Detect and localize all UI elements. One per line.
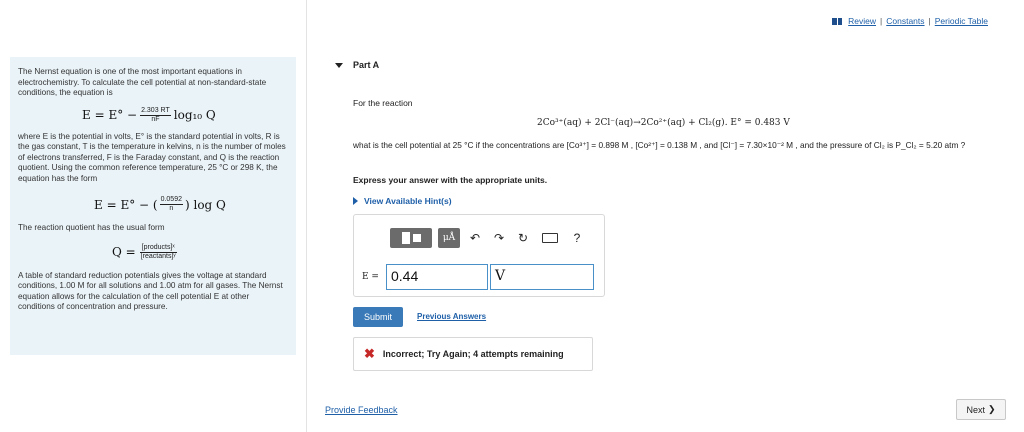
nernst-info-panel: The Nernst equation is one of the most i… xyxy=(10,57,296,355)
nernst-equation: E = E° − 2.303 RT nF log₁₀ Q xyxy=(82,107,288,124)
next-button[interactable]: Next ❯ xyxy=(956,399,1006,420)
eq1-lhs: E = E° − xyxy=(82,108,138,122)
units-button[interactable]: μÅ xyxy=(438,228,460,248)
eq3-lhs: Q = xyxy=(112,245,136,259)
eq1-fraction: 2.303 RT nF xyxy=(140,107,171,124)
constants-link[interactable]: Constants xyxy=(886,16,924,26)
panel-divider xyxy=(306,0,307,432)
link-separator: | xyxy=(880,16,883,26)
keyboard-icon[interactable] xyxy=(542,233,558,243)
table-text: A table of standard reduction potentials… xyxy=(18,270,283,312)
part-title: Part A xyxy=(353,60,380,70)
eq1-rhs: log₁₀ Q xyxy=(173,108,216,122)
error-x-icon: ✖ xyxy=(364,346,375,361)
undo-icon[interactable]: ↶ xyxy=(466,228,484,248)
help-icon[interactable]: ? xyxy=(568,228,586,248)
chevron-right-icon: ❯ xyxy=(987,404,996,414)
template-fraction-icon xyxy=(401,232,410,244)
intro-text: The Nernst equation is one of the most i… xyxy=(18,67,267,97)
units-instruction: Express your answer with the appropriate… xyxy=(353,175,548,185)
part-a-header[interactable]: Part A xyxy=(335,60,379,70)
reaction-quotient-equation: Q = [products]ˣ [reactants]ʸ xyxy=(112,244,288,261)
for-reaction-text: For the reaction xyxy=(353,98,413,108)
answer-toolbar: μÅ ↶ ↷ ↻ ? xyxy=(390,228,586,248)
feedback-message: Incorrect; Try Again; 4 attempts remaini… xyxy=(382,349,564,359)
periodic-table-link[interactable]: Periodic Table xyxy=(935,16,988,26)
answer-value-input[interactable]: 0.44 xyxy=(386,264,488,290)
book-icon xyxy=(832,17,843,25)
eq2-rhs: ) log Q xyxy=(185,197,226,212)
top-links: Review | Constants | Periodic Table xyxy=(832,16,988,26)
answer-box: μÅ ↶ ↷ ↻ ? E = 0.44 V xyxy=(353,214,605,297)
eq1-denominator: nF xyxy=(151,115,160,123)
quotient-text: The reaction quotient has the usual form xyxy=(18,223,165,232)
hint-link-label: View Available Hint(s) xyxy=(364,196,452,206)
redo-icon[interactable]: ↷ xyxy=(490,228,508,248)
submit-button[interactable]: Submit xyxy=(353,307,403,327)
previous-answers-link[interactable]: Previous Answers xyxy=(417,312,486,321)
where-text: where E is the potential in volts, E° is… xyxy=(18,131,286,183)
provide-feedback-link[interactable]: Provide Feedback xyxy=(325,405,398,415)
view-hints-link[interactable]: View Available Hint(s) xyxy=(353,196,452,206)
eq3-numerator: [products]ˣ xyxy=(139,243,177,253)
eq2-numerator: 0.0592 xyxy=(159,196,183,205)
question-text: what is the cell potential at 25 °C if t… xyxy=(353,140,966,150)
nernst-25c-equation: E = E° − ( 0.0592 n ) log Q xyxy=(94,196,288,213)
template-exponent-icon xyxy=(412,234,421,242)
eq2-fraction: 0.0592 n xyxy=(159,196,183,213)
eq2-denominator: n xyxy=(169,205,174,212)
next-label: Next xyxy=(966,404,985,415)
caret-right-icon xyxy=(353,197,358,205)
answer-label: E = xyxy=(362,272,379,282)
eq1-numerator: 2.303 RT xyxy=(140,106,171,116)
reaction-equation: 2Co³⁺(aq) + 2Cl⁻(aq)→2Co²⁺(aq) + Cl₂(g).… xyxy=(537,118,790,128)
eq3-fraction: [products]ˣ [reactants]ʸ xyxy=(139,243,177,261)
eq2-lhs: E = E° − ( xyxy=(94,197,158,212)
answer-unit-input[interactable]: V xyxy=(490,264,594,290)
caret-down-icon xyxy=(335,62,343,68)
link-separator: | xyxy=(928,16,931,26)
review-link[interactable]: Review xyxy=(848,16,876,26)
templates-button[interactable] xyxy=(390,228,432,248)
feedback-message-box: ✖ Incorrect; Try Again; 4 attempts remai… xyxy=(353,337,593,371)
eq3-denominator: [reactants]ʸ xyxy=(140,252,176,260)
reset-icon[interactable]: ↻ xyxy=(514,228,532,248)
